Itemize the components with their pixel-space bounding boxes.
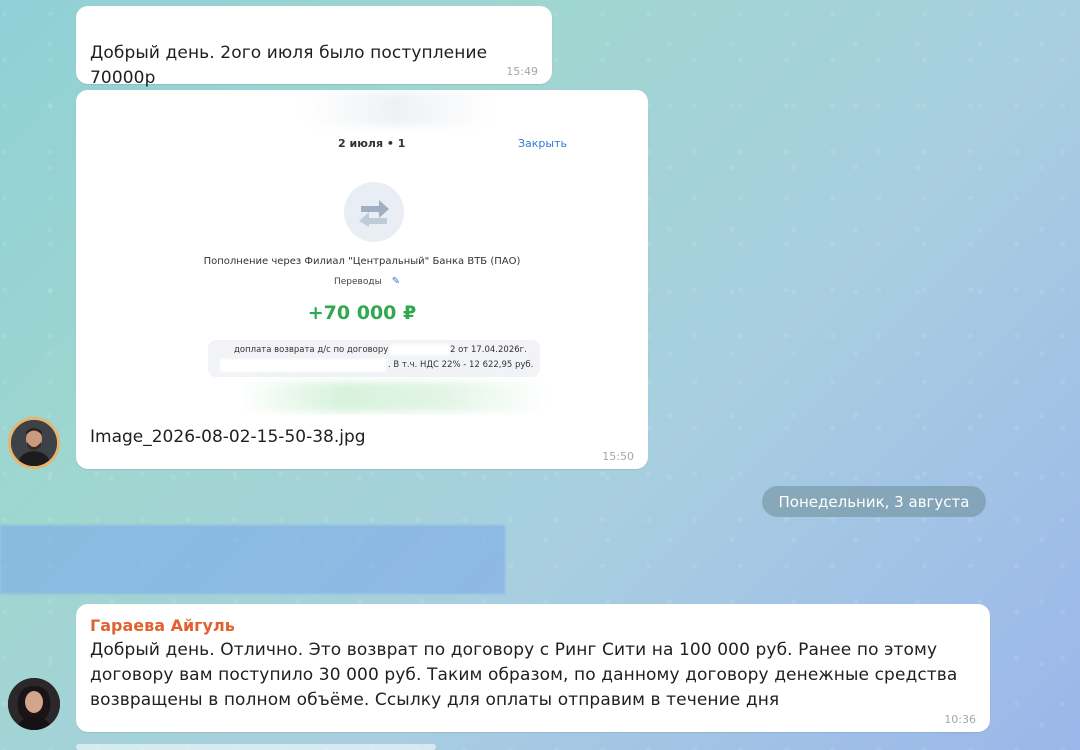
message-text: Добрый день. Отлично. Это возврат по дог…: [90, 640, 958, 710]
message-time: 15:49: [506, 65, 538, 78]
image-filename: Image_2026-08-02-15-50-38.jpg: [90, 427, 366, 447]
pencil-icon: ✎: [391, 276, 401, 287]
category-tag: Переводы ✎: [334, 276, 400, 287]
payment-purpose-line2: . В т.ч. НДС 22% - 12 622,95 руб.: [388, 360, 534, 370]
avatar[interactable]: [8, 417, 60, 469]
blurred-region: [240, 382, 548, 412]
message-time: 15:50: [602, 450, 634, 463]
image-date: 2 июля • 1: [338, 137, 406, 150]
blurred-region: [0, 525, 505, 594]
message-text: Добрый день. 2ого июля было поступление …: [90, 43, 488, 88]
avatar[interactable]: [8, 678, 60, 730]
payment-purpose-line1: доплата возврата д/с по договору N: [234, 345, 398, 355]
image-message-bubble[interactable]: 2 июля • 1 Закрыть Пополнение через Фили…: [76, 90, 648, 469]
image-close-link: Закрыть: [518, 137, 567, 150]
transaction-description: Пополнение через Филиал "Центральный" Ба…: [203, 256, 521, 267]
message-bubble[interactable]: Гараева Айгуль Добрый день. Отлично. Это…: [76, 604, 990, 732]
redacted-region: [220, 359, 386, 372]
message-time: 10:36: [944, 713, 976, 726]
sender-name[interactable]: Гараева Айгуль: [90, 616, 235, 635]
payment-purpose-line1-end: 2 от 17.04.2026г.: [450, 345, 527, 355]
attached-image[interactable]: 2 июля • 1 Закрыть Пополнение через Фили…: [76, 90, 648, 415]
category-label: Переводы: [334, 276, 382, 287]
transfer-arrows-icon: [344, 182, 404, 242]
redacted-region: [390, 344, 450, 355]
date-separator: Понедельник, 3 августа: [762, 486, 986, 517]
blurred-region: [302, 92, 492, 126]
transaction-amount: +70 000 ₽: [307, 302, 417, 324]
payment-purpose: доплата возврата д/с по договору N 2 от …: [208, 340, 540, 377]
next-message-edge: [76, 744, 436, 750]
message-bubble[interactable]: Добрый день. 2ого июля было поступление …: [76, 6, 552, 88]
